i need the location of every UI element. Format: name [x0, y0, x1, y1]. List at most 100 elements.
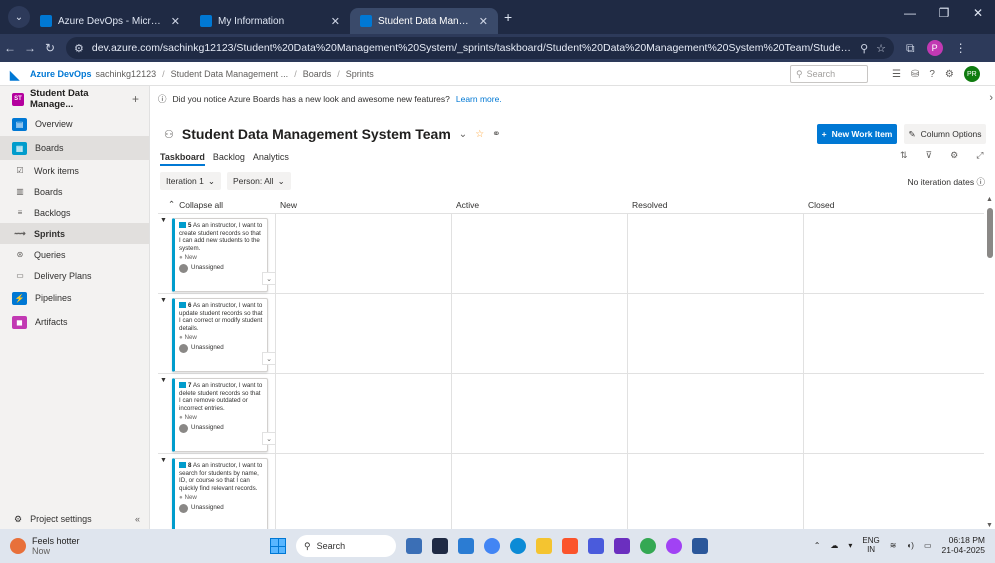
close-tab-icon[interactable]: ✕	[331, 15, 340, 28]
brave-icon[interactable]	[562, 538, 578, 554]
site-info-icon[interactable]: ⚙	[74, 42, 84, 55]
task-view-icon[interactable]	[432, 538, 448, 554]
add-icon[interactable]: +	[132, 92, 139, 106]
expand-row-chevron-icon[interactable]: ⌄	[262, 272, 276, 285]
work-item-card[interactable]: 6 As an instructor, I want to update stu…	[172, 298, 268, 372]
forward-icon[interactable]: →	[20, 41, 40, 55]
breadcrumb-sprints[interactable]: Sprints	[346, 69, 374, 79]
cell-new[interactable]	[276, 454, 452, 529]
close-tab-icon[interactable]: ✕	[171, 15, 180, 28]
bookmark-star-icon[interactable]: ☆	[876, 42, 886, 55]
address-bar[interactable]: ⚙ dev.azure.com/sachinkg12123/Student%20…	[66, 37, 894, 59]
brand-link[interactable]: Azure DevOps	[30, 69, 92, 79]
row-collapse-icon[interactable]: ▼	[160, 217, 167, 224]
edge-icon[interactable]	[510, 538, 526, 554]
row-collapse-icon[interactable]: ▼	[160, 377, 167, 384]
zoom-icon[interactable]: ⚲	[860, 42, 868, 55]
team-dropdown-icon[interactable]: ⌄	[459, 129, 467, 140]
browser-menu-icon[interactable]: ⋮	[955, 41, 967, 55]
cell-closed[interactable]	[804, 214, 984, 293]
scrollbar-thumb[interactable]	[987, 208, 993, 258]
cell-resolved[interactable]	[628, 214, 804, 293]
cell-active[interactable]	[452, 454, 628, 529]
language-indicator[interactable]: ENG IN	[862, 536, 879, 554]
work-item-card[interactable]: 5 As an instructor, I want to create stu…	[172, 218, 268, 292]
word-icon[interactable]	[692, 538, 708, 554]
nav-backlogs[interactable]: ≡ Backlogs	[0, 202, 149, 223]
breadcrumb-boards[interactable]: Boards	[303, 69, 332, 79]
cell-active[interactable]	[452, 214, 628, 293]
nav-work-items[interactable]: ☑ Work items	[0, 160, 149, 181]
cell-resolved[interactable]	[628, 294, 804, 373]
taskbar-search[interactable]: ⚲ Search	[296, 535, 396, 557]
learn-more-link[interactable]: Learn more.	[456, 94, 502, 104]
iteration-dropdown[interactable]: Iteration 1 ⌄	[160, 172, 221, 190]
expand-row-chevron-icon[interactable]: ⌄	[262, 432, 276, 445]
nav-delivery-plans[interactable]: ▭ Delivery Plans	[0, 265, 149, 286]
browser-tab-student-data[interactable]: Student Data Management Sys ✕	[350, 8, 498, 34]
org-link[interactable]: sachinkg12123	[96, 69, 157, 79]
info-icon[interactable]: ⓘ	[976, 177, 985, 187]
maximize-icon[interactable]: ❐	[927, 6, 961, 20]
cell-closed[interactable]	[804, 454, 984, 529]
tab-taskboard[interactable]: Taskboard	[160, 152, 205, 166]
user-avatar[interactable]: PR	[963, 66, 980, 82]
weather-widget[interactable]: Feels hotter Now	[10, 536, 180, 556]
cell-resolved[interactable]	[628, 374, 804, 453]
new-work-item-button[interactable]: + New Work Item	[817, 124, 897, 144]
favorite-star-icon[interactable]: ☆	[475, 129, 484, 140]
fullscreen-icon[interactable]: ⤢	[976, 150, 983, 161]
collapse-all-button[interactable]: ⌃ Collapse all	[158, 199, 276, 210]
expand-row-chevron-icon[interactable]: ⌄	[262, 352, 276, 365]
tab-backlog[interactable]: Backlog	[213, 152, 245, 166]
column-options-button[interactable]: ✎ Column Options	[904, 124, 986, 144]
devops-search-input[interactable]: ⚲ Search	[790, 65, 868, 83]
cell-active[interactable]	[452, 294, 628, 373]
user-settings-icon[interactable]: ⚙	[945, 69, 954, 80]
chrome-profile-icon[interactable]	[640, 538, 656, 554]
file-explorer-icon[interactable]	[536, 538, 552, 554]
chrome-profile-icon[interactable]	[666, 538, 682, 554]
browser-tab-my-information[interactable]: My Information ✕	[190, 8, 350, 34]
row-collapse-icon[interactable]: ▼	[160, 297, 167, 304]
nav-overview[interactable]: ▤ Overview	[0, 112, 149, 136]
battery-icon[interactable]: ▭	[924, 541, 932, 550]
browser-tab-azure-devops[interactable]: Azure DevOps - Microsoft Azur ✕	[30, 8, 190, 34]
marketplace-icon[interactable]: ⛁	[911, 69, 919, 80]
new-tab-button[interactable]: +	[504, 9, 512, 25]
tray-app-icon[interactable]: ▾	[848, 541, 852, 550]
list-settings-icon[interactable]: ☰	[892, 69, 901, 80]
nav-queries[interactable]: ⊛ Queries	[0, 244, 149, 265]
cell-resolved[interactable]	[628, 454, 804, 529]
app-icon[interactable]	[588, 538, 604, 554]
nav-boards-sub[interactable]: ▥ Boards	[0, 181, 149, 202]
profile-avatar[interactable]: P	[926, 40, 943, 56]
filter-icon[interactable]: ⊽	[926, 150, 933, 161]
settings-icon[interactable]: ⚙	[950, 150, 958, 161]
nav-sprints[interactable]: ⟿ Sprints	[0, 223, 149, 244]
clock[interactable]: 06:18 PM 21-04-2025	[942, 535, 985, 555]
tab-analytics[interactable]: Analytics	[253, 152, 289, 166]
extensions-icon[interactable]: ⧉	[906, 41, 915, 56]
tray-chevron-icon[interactable]: ⌃	[814, 541, 821, 550]
nav-boards[interactable]: ▦ Boards	[0, 136, 149, 160]
app-icon[interactable]	[614, 538, 630, 554]
project-settings[interactable]: ⚙ Project settings «	[0, 509, 150, 529]
close-window-icon[interactable]: ✕	[961, 6, 995, 20]
work-item-card[interactable]: 8 As an instructor, I want to search for…	[172, 458, 268, 529]
back-icon[interactable]: ←	[0, 41, 20, 55]
scroll-up-icon[interactable]: ▲	[986, 196, 993, 203]
help-icon[interactable]: ?	[929, 69, 935, 80]
person-filter-dropdown[interactable]: Person: All ⌄	[226, 172, 291, 190]
file-icon[interactable]	[458, 538, 474, 554]
cell-closed[interactable]	[804, 374, 984, 453]
scroll-down-icon[interactable]: ▼	[986, 522, 993, 529]
work-item-card[interactable]: 7 As an instructor, I want to delete stu…	[172, 378, 268, 452]
nav-artifacts[interactable]: ◼ Artifacts	[0, 310, 149, 334]
wifi-icon[interactable]: ≋	[890, 541, 897, 550]
breadcrumb-project[interactable]: Student Data Management ...	[171, 69, 289, 79]
cell-new[interactable]	[276, 294, 452, 373]
minimize-icon[interactable]: —	[893, 6, 927, 20]
project-selector[interactable]: ST Student Data Manage... +	[0, 86, 149, 112]
cell-closed[interactable]	[804, 294, 984, 373]
